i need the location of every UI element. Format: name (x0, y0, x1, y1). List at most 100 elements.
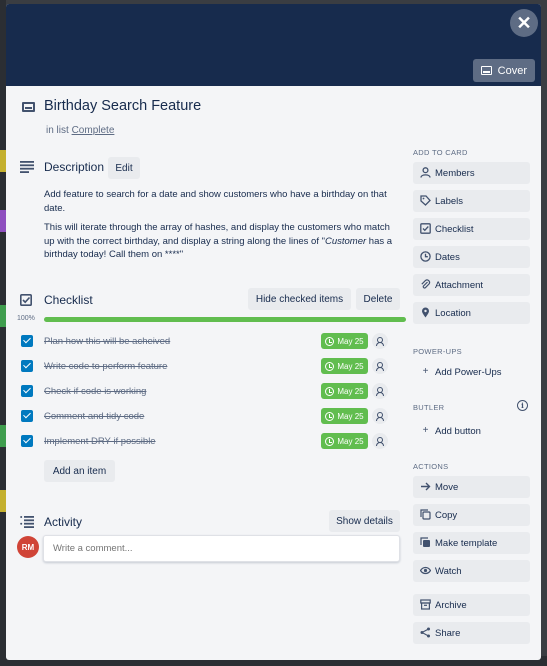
attachment-button[interactable]: Attachment (413, 274, 530, 296)
make-template-label: Make template (435, 537, 498, 549)
delete-checklist-button[interactable]: Delete (356, 288, 400, 310)
checklist-heading: Checklist (44, 293, 93, 307)
checkbox-checked[interactable] (21, 335, 33, 347)
description-icon (20, 161, 34, 173)
copy-button[interactable]: Copy (413, 504, 530, 526)
due-date-badge[interactable]: May 25 (321, 408, 368, 424)
checklist-item-text[interactable]: Write code to perform feature (44, 361, 167, 372)
pin-icon (420, 307, 431, 318)
checklist-item[interactable]: Plan how this will be acheived May 25 (20, 332, 406, 352)
assign-member-button[interactable] (372, 408, 388, 424)
checklist-item[interactable]: Write code to perform feature May 25 (20, 357, 406, 377)
archive-button[interactable]: Archive (413, 594, 530, 616)
arrow-right-icon (420, 481, 431, 492)
assign-member-button[interactable] (372, 333, 388, 349)
assign-member-button[interactable] (372, 358, 388, 374)
make-template-button[interactable]: Make template (413, 532, 530, 554)
comment-input[interactable] (43, 535, 400, 562)
copy-label: Copy (435, 509, 458, 521)
show-details-button[interactable]: Show details (329, 510, 400, 532)
plus-icon: + (422, 366, 429, 377)
clock-icon (325, 436, 335, 446)
labels-label: Labels (435, 195, 463, 207)
move-label: Move (435, 481, 459, 493)
due-date-badge[interactable]: May 25 (321, 383, 368, 399)
edit-description-button[interactable]: Edit (108, 157, 140, 179)
checklist-item[interactable]: Comment and tidy code May 25 (20, 407, 406, 427)
add-powerups-button[interactable]: + Add Power-Ups (413, 361, 530, 383)
add-button-button[interactable]: + Add button (413, 420, 530, 442)
due-date-badge[interactable]: May 25 (321, 433, 368, 449)
checklist-icon (20, 294, 32, 306)
checkbox-checked[interactable] (21, 360, 33, 372)
archive-icon (420, 599, 431, 610)
progress-percent: 100% (17, 315, 35, 322)
checklist-item[interactable]: Implement DRY if possible May 25 (20, 432, 406, 452)
paperclip-icon (420, 279, 431, 290)
share-icon (420, 627, 431, 638)
add-button-label: Add button (435, 425, 481, 437)
attachment-label: Attachment (435, 279, 484, 291)
due-date-badge[interactable]: May 25 (321, 333, 368, 349)
add-member-icon (376, 337, 384, 346)
tag-icon (420, 195, 431, 206)
assign-member-button[interactable] (372, 433, 388, 449)
add-member-icon (376, 412, 384, 421)
add-powerups-label: Add Power-Ups (435, 366, 502, 378)
checklist-item-text[interactable]: Comment and tidy code (44, 411, 144, 422)
checklist-item-text[interactable]: Implement DRY if possible (44, 436, 156, 447)
share-button[interactable]: Share (413, 622, 530, 644)
watch-label: Watch (435, 565, 462, 577)
checklist-item-text[interactable]: Check if code is working (44, 386, 146, 397)
members-label: Members (435, 167, 475, 179)
location-button[interactable]: Location (413, 302, 530, 324)
checkbox-checked[interactable] (21, 435, 33, 447)
checkbox-checked[interactable] (21, 385, 33, 397)
close-icon: ✕ (516, 12, 532, 33)
add-member-icon (376, 387, 384, 396)
close-button[interactable]: ✕ (510, 9, 538, 37)
checklist-item[interactable]: Check if code is working May 25 (20, 382, 406, 402)
checklist-progress: 100% (17, 314, 407, 324)
add-member-icon (376, 362, 384, 371)
copy-icon (420, 509, 431, 520)
members-button[interactable]: Members (413, 162, 530, 184)
checklist-button[interactable]: Checklist (413, 218, 530, 240)
due-date-badge[interactable]: May 25 (321, 358, 368, 374)
assign-member-button[interactable] (372, 383, 388, 399)
cover-icon (480, 66, 492, 75)
activity-heading: Activity (44, 515, 83, 529)
archive-label: Archive (435, 599, 467, 611)
in-list-prefix: in list (46, 125, 69, 136)
card-title[interactable]: Birthday Search Feature (44, 98, 201, 114)
powerups-label: POWER-UPS (413, 347, 462, 356)
dates-button[interactable]: Dates (413, 246, 530, 268)
checklist-label: Checklist (435, 223, 474, 235)
clock-icon (325, 386, 335, 396)
clock-icon (420, 251, 431, 262)
person-icon (420, 167, 431, 178)
dates-label: Dates (435, 251, 460, 263)
info-icon[interactable]: i (517, 400, 528, 411)
avatar[interactable]: RM (17, 536, 39, 558)
add-checklist-item-button[interactable]: Add an item (44, 460, 115, 482)
card-cover: ✕ Cover (6, 4, 541, 86)
plus-icon: + (422, 425, 429, 436)
card-icon (22, 102, 35, 112)
hide-checked-items-button[interactable]: Hide checked items (248, 288, 351, 310)
cover-button[interactable]: Cover (472, 59, 535, 82)
description-text[interactable]: Add feature to search for a date and sho… (44, 188, 394, 268)
actions-label: ACTIONS (413, 462, 449, 471)
checklist-item-text[interactable]: Plan how this will be acheived (44, 336, 170, 347)
template-icon (420, 537, 431, 548)
description-paragraph: Add feature to search for a date and sho… (44, 189, 387, 214)
clock-icon (325, 361, 335, 371)
share-label: Share (435, 627, 461, 639)
in-list-text: in list Complete (46, 125, 114, 136)
list-link[interactable]: Complete (72, 125, 115, 136)
checkbox-checked[interactable] (21, 410, 33, 422)
watch-button[interactable]: Watch (413, 560, 530, 582)
labels-button[interactable]: Labels (413, 190, 530, 212)
move-button[interactable]: Move (413, 476, 530, 498)
card-detail-modal: ✕ Cover Birthday Search Feature in list … (6, 4, 541, 660)
